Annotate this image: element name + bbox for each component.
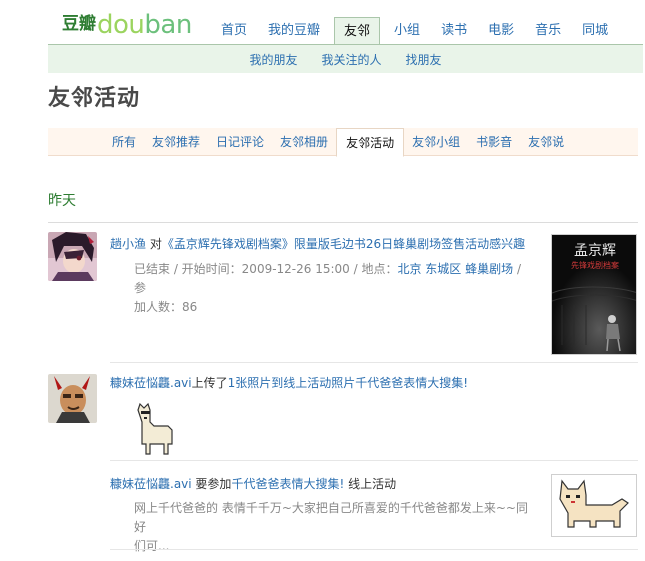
feed-target-link[interactable]: 《孟京辉先锋戏剧档案》限量版毛边书26日蜂巢剧场签售活动感兴趣 <box>162 237 525 251</box>
page-title: 友邻活动 <box>48 86 141 111</box>
divider <box>110 549 638 550</box>
day-heading: 昨天 <box>48 193 76 209</box>
logo-english: douban <box>97 10 192 40</box>
feed-item-1-title: 趟小渔 对《孟京辉先锋戏剧档案》限量版毛边书26日蜂巢剧场签售活动感兴趣 <box>110 237 526 251</box>
tab-all[interactable]: 所有 <box>104 128 144 156</box>
sub-nav: 我的朋友 我关注的人 找朋友 <box>48 44 643 73</box>
feed-user-link[interactable]: 趟小渔 <box>110 237 146 251</box>
divider <box>48 222 638 223</box>
tab-groups[interactable]: 友邻小组 <box>404 128 468 156</box>
divider <box>110 460 638 461</box>
main-nav: 首页 我的豆瓣 友邻 小组 读书 电影 音乐 同城 <box>214 17 622 44</box>
nav-item-home[interactable]: 首页 <box>214 17 254 44</box>
nav-item-groups[interactable]: 小组 <box>387 17 427 44</box>
poster-subtitle: 先锋戏剧档案 <box>571 261 619 270</box>
feed-target-link[interactable]: 千代爸爸表情大搜集! <box>231 477 344 491</box>
feed-target-link[interactable]: 1张照片到线上活动照片千代爸爸表情大搜集! <box>228 376 468 390</box>
tab-book-movie-music[interactable]: 书影音 <box>468 128 520 156</box>
subnav-my-friends[interactable]: 我的朋友 <box>249 51 297 68</box>
nav-item-books[interactable]: 读书 <box>434 17 474 44</box>
uploaded-photo-thumbnail[interactable] <box>132 400 176 456</box>
event-location-link[interactable]: 北京 东城区 蜂巢剧场 <box>397 262 513 276</box>
event-description: 网上千代爸爸的 表情千千万~大家把自己所喜爱的千代爸爸都发上来~~同好 们可..… <box>134 501 528 553</box>
nav-item-music[interactable]: 音乐 <box>528 17 568 44</box>
nav-item-movies[interactable]: 电影 <box>481 17 521 44</box>
nav-item-friends[interactable]: 友邻 <box>334 17 381 44</box>
feed-user-link[interactable]: 糠妹莅悩龘.avi <box>110 376 192 390</box>
divider <box>110 362 638 363</box>
tab-recommend[interactable]: 友邻推荐 <box>144 128 208 156</box>
event-poster-thumbnail[interactable]: 孟京辉 先锋戏剧档案 <box>551 234 637 355</box>
feed-item-3-title: 糠妹莅悩龘.avi 要参加千代爸爸表情大搜集! 线上活动 <box>110 477 397 491</box>
tab-events[interactable]: 友邻活动 <box>336 127 405 157</box>
douban-logo[interactable]: 豆瓣 douban <box>62 8 192 42</box>
poster-title: 孟京辉 <box>574 243 616 259</box>
tab-diary-comments[interactable]: 日记评论 <box>208 128 272 156</box>
logo-chinese: 豆瓣 <box>62 13 96 34</box>
feed-item-2-title: 糠妹莅悩龘.avi上传了1张照片到线上活动照片千代爸爸表情大搜集! <box>110 376 469 390</box>
tab-friend-says[interactable]: 友邻说 <box>520 128 572 156</box>
subnav-find-friends[interactable]: 找朋友 <box>406 51 442 68</box>
event-meta: 已结束 / 开始时间：2009-12-26 15:00 / 地点：北京 东城区 … <box>134 262 521 314</box>
nav-item-my-douban[interactable]: 我的豆瓣 <box>261 17 327 44</box>
feed-user-link[interactable]: 糠妹莅悩龘.avi <box>110 477 192 491</box>
tab-albums[interactable]: 友邻相册 <box>272 128 336 156</box>
avatar[interactable] <box>48 232 97 281</box>
event-thumbnail[interactable] <box>551 474 637 537</box>
nav-item-events[interactable]: 同城 <box>575 17 615 44</box>
avatar[interactable] <box>48 374 97 423</box>
subnav-following[interactable]: 我关注的人 <box>321 51 381 68</box>
activity-tabs: 所有 友邻推荐 日记评论 友邻相册 友邻活动 友邻小组 书影音 友邻说 <box>48 127 638 157</box>
